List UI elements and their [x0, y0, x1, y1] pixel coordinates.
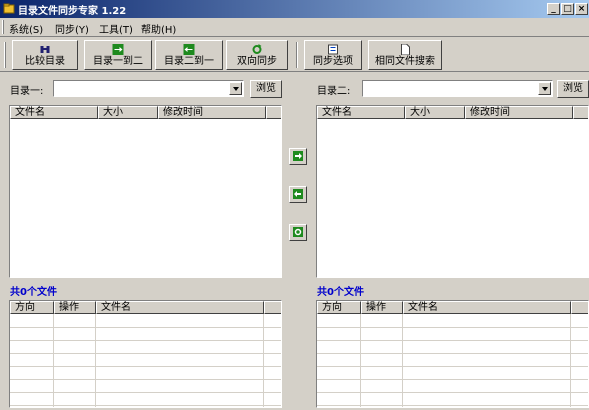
grid-row-line	[317, 353, 588, 354]
title-bar: 目录文件同步专家 1.22 _ □ ×	[0, 0, 589, 18]
dir-one-combobox[interactable]	[53, 80, 244, 97]
arrow-right-icon	[293, 151, 303, 161]
column-filename[interactable]: 文件名	[96, 301, 264, 314]
grid-row-line	[10, 340, 281, 341]
column-direction[interactable]: 方向	[317, 301, 361, 314]
dir-one-dropdown-button[interactable]	[229, 82, 242, 95]
left-operations-header: 方向 操作 文件名	[10, 301, 281, 314]
maximize-button[interactable]: □	[561, 3, 574, 15]
sync-icon	[293, 227, 303, 237]
menu-grip	[2, 20, 4, 34]
grid-row-line	[317, 340, 588, 341]
right-file-count: 共0个文件	[317, 287, 364, 298]
right-operations-list[interactable]: 方向 操作 文件名	[316, 300, 589, 408]
column-filename[interactable]: 文件名	[10, 106, 98, 119]
right-operations-header: 方向 操作 文件名	[317, 301, 588, 314]
grid-row-line	[10, 327, 281, 328]
toolbar: 比较目录 目录一到二 目录二到一 双向同步 同步选项 相同文件搜索	[0, 38, 589, 72]
grid-column-line	[402, 314, 403, 407]
app-icon	[3, 3, 15, 14]
toolbar-separator	[296, 42, 298, 68]
column-size[interactable]: 大小	[98, 106, 158, 119]
one-to-two-button[interactable]: 目录一到二	[84, 40, 152, 70]
compare-label: 比较目录	[25, 56, 65, 67]
grid-row-line	[10, 379, 281, 380]
menu-help[interactable]: 帮助(H)	[141, 21, 176, 36]
grid-row-line	[10, 353, 281, 354]
arrow-left-icon	[293, 189, 303, 199]
same-file-search-button[interactable]: 相同文件搜索	[368, 40, 442, 70]
grid-row-line	[317, 392, 588, 393]
two-way-sync-button[interactable]: 双向同步	[226, 40, 288, 70]
two-to-one-button[interactable]: 目录二到一	[155, 40, 223, 70]
grid-row-line	[317, 405, 588, 406]
sync-options-button[interactable]: 同步选项	[304, 40, 362, 70]
dir-two-label: 目录二:	[317, 86, 351, 97]
grid-column-line	[95, 314, 96, 407]
two-way-sync-label: 双向同步	[237, 56, 277, 67]
menu-bar: 系统(S) 同步(Y) 工具(T) 帮助(H)	[0, 18, 589, 37]
grid-row-line	[10, 392, 281, 393]
two-way-sync-mid-button[interactable]	[289, 224, 307, 241]
left-file-list-header: 文件名 大小 修改时间	[10, 106, 281, 119]
close-button[interactable]: ×	[575, 3, 588, 15]
column-modified[interactable]: 修改时间	[158, 106, 266, 119]
one-to-two-label: 目录一到二	[93, 56, 143, 67]
menu-system[interactable]: 系统(S)	[9, 21, 43, 36]
column-operation[interactable]: 操作	[361, 301, 403, 314]
compare-button[interactable]: 比较目录	[12, 40, 78, 70]
grid-row-line	[10, 405, 281, 406]
column-modified[interactable]: 修改时间	[465, 106, 573, 119]
right-file-list[interactable]: 文件名 大小 修改时间	[316, 105, 589, 278]
column-filler	[571, 301, 588, 314]
dir-two-browse-button[interactable]: 浏览	[557, 80, 589, 98]
grid-row-line	[317, 366, 588, 367]
dir-two-combobox[interactable]	[362, 80, 553, 97]
column-size[interactable]: 大小	[405, 106, 465, 119]
menu-tools[interactable]: 工具(T)	[99, 21, 133, 36]
column-filename[interactable]: 文件名	[403, 301, 571, 314]
grid-row-line	[317, 327, 588, 328]
dir-one-browse-button[interactable]: 浏览	[250, 80, 282, 98]
sync-options-label: 同步选项	[313, 56, 353, 67]
menu-sync[interactable]: 同步(Y)	[55, 21, 89, 36]
grid-column-line	[263, 314, 264, 407]
copy-left-button[interactable]	[289, 186, 307, 203]
column-filename[interactable]: 文件名	[317, 106, 405, 119]
column-filler	[264, 301, 281, 314]
two-to-one-label: 目录二到一	[164, 56, 214, 67]
toolbar-grip	[4, 42, 6, 68]
column-direction[interactable]: 方向	[10, 301, 54, 314]
window-title: 目录文件同步专家 1.22	[18, 6, 127, 17]
same-file-search-label: 相同文件搜索	[375, 56, 435, 67]
left-file-count: 共0个文件	[10, 287, 57, 298]
grid-column-line	[570, 314, 571, 407]
right-file-list-header: 文件名 大小 修改时间	[317, 106, 588, 119]
dir-one-label: 目录一:	[10, 86, 44, 97]
copy-right-button[interactable]	[289, 148, 307, 165]
column-operation[interactable]: 操作	[54, 301, 96, 314]
grid-row-line	[317, 379, 588, 380]
minimize-button[interactable]: _	[547, 3, 560, 15]
left-file-list[interactable]: 文件名 大小 修改时间	[9, 105, 282, 278]
column-filler	[573, 106, 588, 119]
grid-column-line	[53, 314, 54, 407]
chevron-down-icon	[233, 87, 239, 91]
left-operations-list[interactable]: 方向 操作 文件名	[9, 300, 282, 408]
dir-two-dropdown-button[interactable]	[538, 82, 551, 95]
chevron-down-icon	[542, 87, 548, 91]
column-filler	[266, 106, 281, 119]
grid-column-line	[360, 314, 361, 407]
grid-row-line	[10, 366, 281, 367]
